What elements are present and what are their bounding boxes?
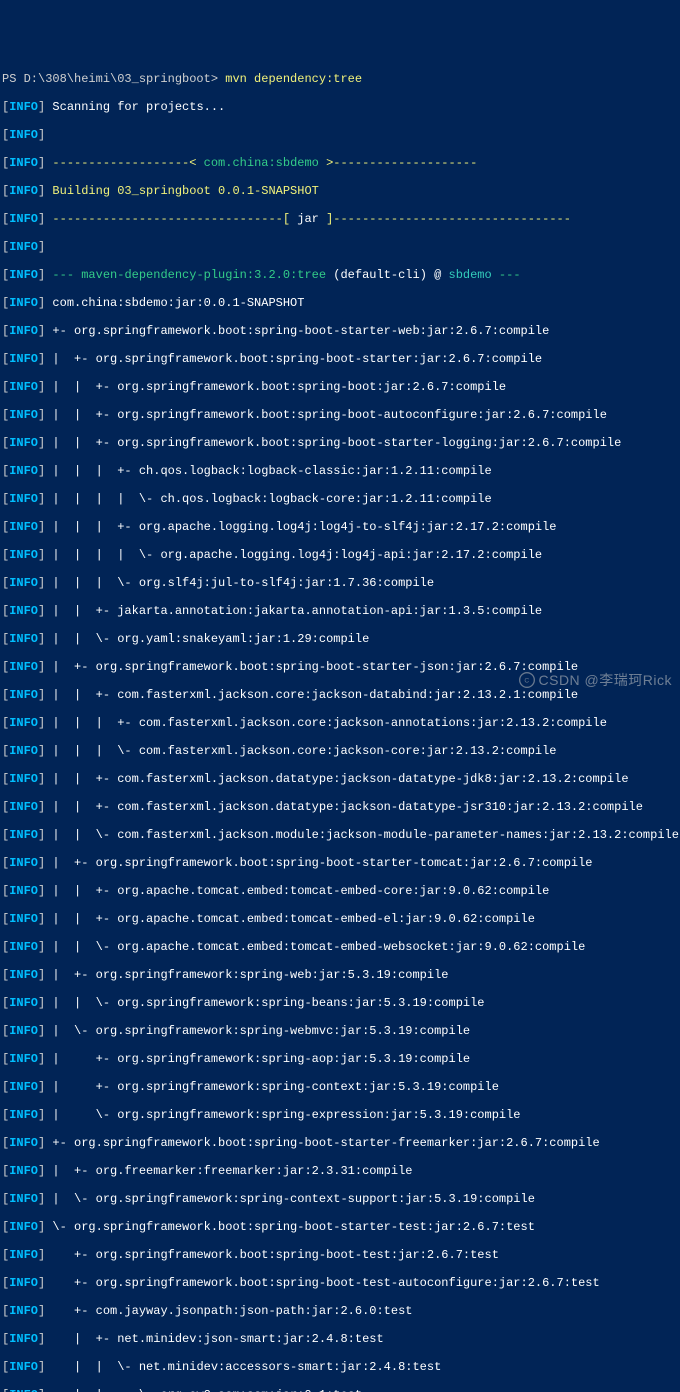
tree-line: [INFO] | | | \- com.fasterxml.jackson.co… xyxy=(2,744,680,758)
tree-line: [INFO] | \- org.springframework:spring-e… xyxy=(2,1108,680,1122)
tree-line: [INFO] | | | \- org.slf4j:jul-to-slf4j:j… xyxy=(2,576,680,590)
tree-line: [INFO] | | +- org.springframework.boot:s… xyxy=(2,436,680,450)
tree-line: [INFO] | | +- org.apache.tomcat.embed:to… xyxy=(2,912,680,926)
csdn-logo-icon: C xyxy=(519,672,535,688)
info-line: [INFO] xyxy=(2,128,680,142)
tree-root: [INFO] com.china:sbdemo:jar:0.0.1-SNAPSH… xyxy=(2,296,680,310)
terminal-output[interactable]: PS D:\308\heimi\03_springboot> mvn depen… xyxy=(0,56,680,1392)
tree-line: [INFO] | +- org.freemarker:freemarker:ja… xyxy=(2,1164,680,1178)
info-line: [INFO] Scanning for projects... xyxy=(2,100,680,114)
tree-line: [INFO] | | +- com.fasterxml.jackson.data… xyxy=(2,772,680,786)
watermark: C CSDN @李瑞珂Rick xyxy=(510,658,672,688)
svg-text:C: C xyxy=(524,678,529,685)
tree-line: [INFO] | | +- com.fasterxml.jackson.data… xyxy=(2,800,680,814)
prompt-path: PS D:\308\heimi\03_springboot> xyxy=(2,72,218,86)
tree-line: [INFO] | | +- com.fasterxml.jackson.core… xyxy=(2,688,680,702)
tree-line: [INFO] | +- org.springframework.boot:spr… xyxy=(2,352,680,366)
tree-line: [INFO] | | | | \- org.apache.logging.log… xyxy=(2,548,680,562)
tree-line: [INFO] +- org.springframework.boot:sprin… xyxy=(2,1136,680,1150)
plugin-name: maven-dependency-plugin:3.2.0:tree xyxy=(81,268,326,282)
tree-line: [INFO] | | +- org.springframework.boot:s… xyxy=(2,380,680,394)
project: com.china:sbdemo xyxy=(204,156,319,170)
tree-line: [INFO] | \- org.springframework:spring-c… xyxy=(2,1192,680,1206)
info-line: [INFO] --- maven-dependency-plugin:3.2.0… xyxy=(2,268,680,282)
tree-line: [INFO] | | +- org.springframework.boot:s… xyxy=(2,408,680,422)
artifact: sbdemo xyxy=(449,268,492,282)
tree-line: [INFO] | | \- org.yaml:snakeyaml:jar:1.2… xyxy=(2,632,680,646)
command: mvn dependency:tree xyxy=(225,72,362,86)
tree-line: [INFO] | | \- org.ow2.asm:asm:jar:9.1:te… xyxy=(2,1388,680,1392)
tree-line: [INFO] +- org.springframework.boot:sprin… xyxy=(2,324,680,338)
tree-line: [INFO] | | \- org.springframework:spring… xyxy=(2,996,680,1010)
tree-line: [INFO] | | +- jakarta.annotation:jakarta… xyxy=(2,604,680,618)
tree-line: [INFO] +- com.jayway.jsonpath:json-path:… xyxy=(2,1304,680,1318)
tree-line: [INFO] | +- org.springframework:spring-a… xyxy=(2,1052,680,1066)
tree-line: [INFO] | +- org.springframework:spring-c… xyxy=(2,1080,680,1094)
tree-line: [INFO] | | \- com.fasterxml.jackson.modu… xyxy=(2,828,680,842)
tree-line: [INFO] | | | +- org.apache.logging.log4j… xyxy=(2,520,680,534)
rule: -------------------< xyxy=(52,156,203,170)
prompt-line: PS D:\308\heimi\03_springboot> mvn depen… xyxy=(2,72,680,86)
tree-line: [INFO] | | | | \- ch.qos.logback:logback… xyxy=(2,492,680,506)
scan-text: Scanning for projects... xyxy=(52,100,225,114)
tree-line: [INFO] | +- org.springframework.boot:spr… xyxy=(2,856,680,870)
info-line: [INFO] xyxy=(2,240,680,254)
tree-line: [INFO] | | \- org.apache.tomcat.embed:to… xyxy=(2,940,680,954)
tree-line: [INFO] | | +- org.apache.tomcat.embed:to… xyxy=(2,884,680,898)
watermark-text: CSDN @李瑞珂Rick xyxy=(539,672,673,688)
tree-line: [INFO] +- org.springframework.boot:sprin… xyxy=(2,1276,680,1290)
info-line: [INFO] --------------------------------[… xyxy=(2,212,680,226)
tree-line: [INFO] | | | +- com.fasterxml.jackson.co… xyxy=(2,716,680,730)
tree-line: [INFO] | +- org.springframework:spring-w… xyxy=(2,968,680,982)
info-line: [INFO] Building 03_springboot 0.0.1-SNAP… xyxy=(2,184,680,198)
tree-line: [INFO] | +- net.minidev:json-smart:jar:2… xyxy=(2,1332,680,1346)
tree-line: [INFO] | | \- net.minidev:accessors-smar… xyxy=(2,1360,680,1374)
build-title: Building 03_springboot 0.0.1-SNAPSHOT xyxy=(52,184,318,198)
tree-line: [INFO] +- org.springframework.boot:sprin… xyxy=(2,1248,680,1262)
tree-line: [INFO] | \- org.springframework:spring-w… xyxy=(2,1024,680,1038)
tree-line: [INFO] | | | +- ch.qos.logback:logback-c… xyxy=(2,464,680,478)
packaging: jar xyxy=(297,212,319,226)
tree-line: [INFO] \- org.springframework.boot:sprin… xyxy=(2,1220,680,1234)
info-line: [INFO] -------------------< com.china:sb… xyxy=(2,156,680,170)
info-tag: INFO xyxy=(9,100,38,114)
